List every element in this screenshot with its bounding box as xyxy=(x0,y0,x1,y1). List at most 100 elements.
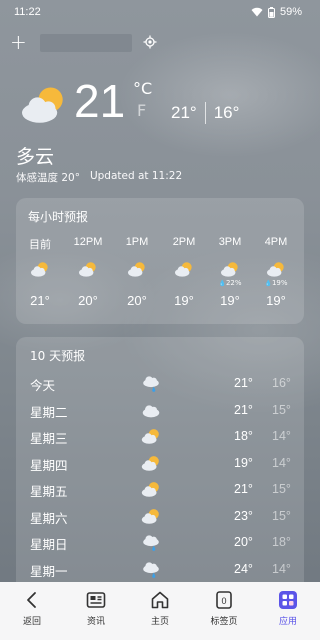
partly-cloudy-icon xyxy=(126,260,148,278)
hourly-forecast-card[interactable]: 每小时预报 目前 21° 12PM 20° 1PM 20° 2PM 19° 3PM 💧22% 19°… xyxy=(16,198,304,324)
hour-temp: 21° xyxy=(30,293,50,308)
nav-tabs[interactable]: 0 标签页 xyxy=(196,589,252,627)
hour-label: 3PM xyxy=(218,236,242,248)
day-name: 星期五 xyxy=(30,484,68,499)
unit-celsius-toggle[interactable]: °C xyxy=(133,80,152,98)
nav-apps[interactable]: 应用 xyxy=(260,589,316,627)
hour-temp: 20° xyxy=(127,293,147,308)
hour-label: 2PM xyxy=(172,236,196,248)
partly-cloudy-icon xyxy=(140,426,162,446)
day-high: 23° xyxy=(234,508,253,523)
top-bar: + xyxy=(0,30,320,56)
hour-temp: 19° xyxy=(174,293,194,308)
precip-chance xyxy=(68,279,108,289)
precip-chance xyxy=(20,279,60,289)
day-name: 星期三 xyxy=(30,431,68,446)
nav-label: 应用 xyxy=(278,617,297,627)
day-low: 15° xyxy=(272,482,291,496)
precip-chance: 💧19% xyxy=(256,279,296,289)
partly-cloudy-icon xyxy=(77,260,99,278)
day-row[interactable]: 今天 21° 16° xyxy=(16,371,304,397)
day-high: 19° xyxy=(234,455,253,470)
nav-label: 返回 xyxy=(22,617,41,627)
precip-value: 19% xyxy=(271,279,288,287)
partly-cloudy-icon xyxy=(265,260,287,278)
high-low: 21° 16° xyxy=(171,102,239,124)
current-temperature: 21 xyxy=(74,75,126,127)
hour-item: 3PM 💧22% 19° xyxy=(210,236,250,308)
precip-value: 22% xyxy=(225,279,242,287)
day-name: 星期二 xyxy=(30,404,68,420)
city-name-redacted xyxy=(40,34,132,52)
day-low: 16° xyxy=(272,376,291,390)
tab-count: 0 xyxy=(221,596,226,606)
day-row[interactable]: 星期二 21° 15° xyxy=(16,398,304,424)
day-row[interactable]: 星期三 18° 14° xyxy=(16,424,304,450)
day-name: 星期一 xyxy=(30,563,68,579)
daily-title: 10 天预报 xyxy=(30,349,86,363)
rain-icon xyxy=(140,559,162,579)
battery-percent: 59% xyxy=(279,6,302,18)
hour-item: 4PM 💧19% 19° xyxy=(256,236,296,308)
hour-item: 目前 21° xyxy=(20,236,60,308)
day-row[interactable]: 星期四 19° 14° xyxy=(16,451,304,477)
feels-like: 体感温度 20° xyxy=(16,172,80,184)
news-icon xyxy=(86,592,106,608)
nav-label: 资讯 xyxy=(86,617,105,627)
nav-label: 主页 xyxy=(150,617,169,627)
updated-time: Updated at 11:22 xyxy=(89,170,183,182)
day-low: 18° xyxy=(272,535,291,549)
nav-back[interactable]: 返回 xyxy=(4,589,60,627)
day-low: 14° xyxy=(272,561,291,576)
day-low: 15° xyxy=(272,402,291,417)
add-location-button[interactable]: + xyxy=(10,32,27,52)
hour-item: 2PM 19° xyxy=(164,236,204,308)
location-icon[interactable] xyxy=(143,35,157,49)
day-low: 15° xyxy=(272,508,291,523)
day-low: 14° xyxy=(272,429,291,443)
subline: 体感温度 20° Updated at 11:22 xyxy=(16,170,182,185)
rain-icon xyxy=(140,532,162,552)
hour-temp: 20° xyxy=(78,293,98,308)
hourly-title: 每小时预报 xyxy=(28,210,89,224)
day-low: 14° xyxy=(272,455,291,470)
hour-temp: 19° xyxy=(266,293,286,308)
day-high: 21° xyxy=(234,376,253,390)
partly-cloudy-icon xyxy=(219,260,241,278)
current-weather: 21 °C F 21° 16° xyxy=(0,75,320,146)
unit-fahrenheit-toggle[interactable]: F xyxy=(137,102,146,120)
today-low: 16° xyxy=(213,103,240,122)
home-icon xyxy=(151,591,169,609)
divider xyxy=(204,102,206,124)
status-bar: 11:22 59% xyxy=(0,0,320,24)
day-name: 星期日 xyxy=(30,537,68,552)
condition-text: 多云 xyxy=(16,146,55,168)
precip-chance: 💧22% xyxy=(210,279,250,289)
day-row[interactable]: 星期日 20° 18° xyxy=(16,530,304,556)
day-high: 18° xyxy=(234,429,253,443)
rain-icon xyxy=(140,373,162,393)
nav-home[interactable]: 主页 xyxy=(132,589,188,627)
day-high: 24° xyxy=(234,561,253,576)
partly-cloudy-icon xyxy=(173,260,195,278)
hour-item: 1PM 20° xyxy=(117,236,157,308)
nav-news[interactable]: 资讯 xyxy=(68,589,124,627)
hour-temp: 19° xyxy=(220,293,240,308)
day-name: 星期六 xyxy=(30,510,68,526)
cloud-icon xyxy=(140,400,162,420)
day-row[interactable]: 星期五 21° 15° xyxy=(16,477,304,503)
day-name: 今天 xyxy=(30,378,56,393)
precip-chance xyxy=(164,279,204,289)
partly-cloudy-icon xyxy=(16,82,72,126)
daily-forecast-card[interactable]: 10 天预报 今天 21° 16° 星期二 21° 15° 星期三 18° 14° 星期四 19° 1… xyxy=(16,337,304,597)
wifi-icon xyxy=(251,7,263,17)
partly-cloudy-icon xyxy=(140,506,162,526)
hour-label: 12PM xyxy=(73,236,103,248)
bottom-nav: 返回 资讯 主页 0 标签页 应用 xyxy=(0,582,320,640)
today-high: 21° xyxy=(171,103,197,122)
status-time: 11:22 xyxy=(14,6,41,18)
day-row[interactable]: 星期六 23° 15° xyxy=(16,504,304,530)
apps-icon xyxy=(279,591,297,609)
nav-label: 标签页 xyxy=(210,617,238,627)
day-row[interactable]: 星期一 24° 14° xyxy=(16,557,304,583)
